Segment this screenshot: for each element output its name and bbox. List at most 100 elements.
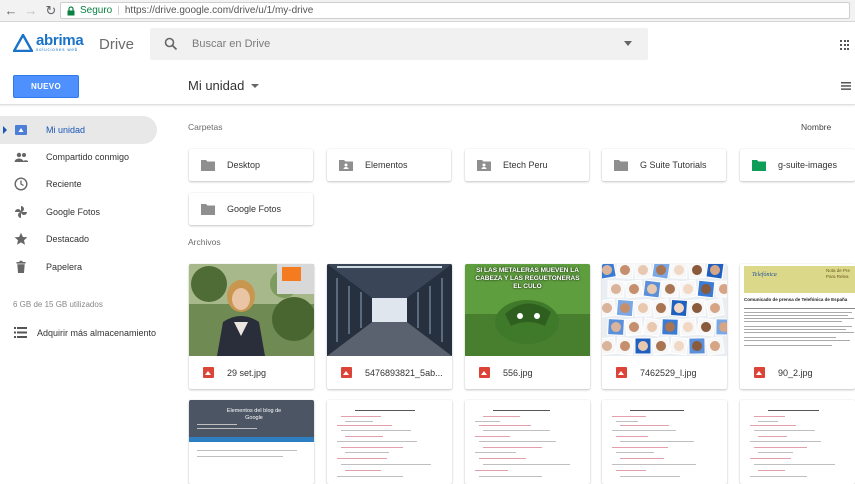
- search-options-chevron-icon[interactable]: [624, 41, 632, 46]
- folder-card[interactable]: Etech Peru: [465, 149, 589, 181]
- product-name: Drive: [99, 36, 135, 53]
- file-card[interactable]: [465, 400, 590, 484]
- file-footer: 5476893821_5ab...: [327, 356, 452, 389]
- sort-by-name[interactable]: Nombre: [801, 122, 831, 132]
- sidebar-item-label: Papelera: [46, 262, 83, 272]
- folder-name: Desktop: [227, 160, 261, 170]
- search-input[interactable]: [192, 38, 612, 50]
- folder-name: Elementos: [365, 160, 408, 170]
- folder-icon: [752, 160, 766, 171]
- url-text[interactable]: https://drive.google.com/drive/u/1/my-dr…: [125, 5, 313, 16]
- address-bar[interactable]: Seguro | https://drive.google.com/drive/…: [60, 2, 850, 19]
- file-card[interactable]: 7462529_l.jpg: [602, 264, 727, 389]
- logo[interactable]: abrima soluciones web: [13, 32, 84, 53]
- sidebar-item-trash[interactable]: Papelera: [0, 253, 157, 281]
- folders-section-label: Carpetas: [188, 122, 223, 132]
- file-name: 29 set.jpg: [227, 367, 267, 378]
- file-footer: 7462529_l.jpg: [602, 356, 727, 389]
- star-icon: [14, 232, 28, 245]
- logo-brand: abrima: [36, 32, 84, 49]
- file-thumbnail: [189, 264, 314, 356]
- file-card[interactable]: Elementos del blog de Google: [189, 400, 314, 484]
- new-button[interactable]: NUEVO: [13, 75, 79, 98]
- storage-usage: 6 GB de 15 GB utilizados: [13, 300, 103, 309]
- folder-name: Etech Peru: [503, 160, 548, 170]
- file-name: 556.jpg: [503, 367, 533, 378]
- file-name: 5476893821_5ab...: [365, 367, 443, 378]
- sidebar-item-google-photos[interactable]: Google Fotos: [0, 198, 157, 226]
- trash-icon: [16, 260, 26, 273]
- file-card[interactable]: Telefónica Nota de Pre Para Relea Comuni…: [740, 264, 855, 389]
- sidebar-item-starred[interactable]: Destacado: [0, 225, 157, 253]
- file-card[interactable]: [327, 400, 452, 484]
- sidebar-item-label: Compartido conmigo: [46, 152, 130, 162]
- forward-icon[interactable]: →: [22, 2, 40, 20]
- file-name: 90_2.jpg: [778, 367, 813, 378]
- sidebar-item-label: Mi unidad: [46, 125, 86, 135]
- sidebar-item-my-drive[interactable]: Mi unidad: [0, 116, 157, 144]
- secure-label: Seguro: [80, 5, 113, 16]
- logo-triangle-icon: [13, 33, 33, 52]
- folder-name: Google Fotos: [227, 204, 282, 214]
- file-card[interactable]: [740, 400, 855, 484]
- sidebar-item-label: Destacado: [46, 234, 90, 244]
- folder-name: g-suite-images: [778, 160, 838, 170]
- browser-toolbar: ← → ↻ Seguro | https://drive.google.com/…: [0, 0, 855, 22]
- file-footer: 90_2.jpg: [740, 356, 855, 389]
- buy-storage-label: Adquirir más almacenamiento: [37, 328, 157, 338]
- sidebar-item-label: Reciente: [46, 179, 82, 189]
- sidebar-item-shared[interactable]: Compartido conmigo: [0, 143, 157, 171]
- expand-arrow-icon[interactable]: [3, 126, 7, 134]
- buy-storage-link[interactable]: Adquirir más almacenamiento: [0, 322, 170, 344]
- file-thumbnail: SI LAS METALERAS MUEVEN LA CABEZA Y LAS …: [465, 264, 590, 356]
- shared-folder-icon: [477, 160, 491, 171]
- sidebar-item-label: Google Fotos: [46, 207, 101, 217]
- image-file-icon: [754, 367, 765, 378]
- image-file-icon: [341, 367, 352, 378]
- file-thumbnail: Telefónica Nota de Pre Para Relea Comuni…: [740, 264, 855, 356]
- file-card[interactable]: [602, 400, 727, 484]
- file-footer: 556.jpg: [465, 356, 590, 389]
- collage-image: [602, 264, 727, 356]
- sidebar-item-recent[interactable]: Reciente: [0, 170, 157, 198]
- folder-card[interactable]: Google Fotos: [189, 193, 313, 225]
- pinwheel-icon: [15, 206, 27, 218]
- search-box[interactable]: [150, 28, 648, 60]
- reload-icon[interactable]: ↻: [42, 2, 60, 20]
- folder-icon: [614, 160, 628, 171]
- search-icon[interactable]: [164, 37, 178, 51]
- doc-thumb-title: Elementos del blog de Google: [226, 408, 282, 421]
- sidebar: Mi unidad Compartido conmigo Reciente Go…: [0, 106, 170, 484]
- file-card[interactable]: 29 set.jpg: [189, 264, 314, 389]
- folder-card[interactable]: G Suite Tutorials: [602, 149, 726, 181]
- chevron-down-icon: [251, 83, 260, 88]
- drive-header: abrima soluciones web Drive: [0, 23, 855, 67]
- logo-tagline: soluciones web: [36, 47, 78, 52]
- drive-icon: [15, 125, 27, 135]
- location-title: Mi unidad: [188, 78, 245, 93]
- location-dropdown[interactable]: Mi unidad: [188, 78, 260, 93]
- folder-card[interactable]: Elementos: [327, 149, 451, 181]
- folder-icon: [201, 160, 215, 171]
- file-thumbnail: [602, 264, 727, 356]
- list-view-icon[interactable]: [841, 82, 851, 90]
- lock-icon: [67, 5, 75, 15]
- url-separator: |: [117, 5, 120, 16]
- file-card[interactable]: SI LAS METALERAS MUEVEN LA CABEZA Y LAS …: [465, 264, 590, 389]
- file-footer: 29 set.jpg: [189, 356, 314, 389]
- folder-card[interactable]: g-suite-images: [740, 149, 855, 181]
- folder-card[interactable]: Desktop: [189, 149, 313, 181]
- shared-folder-icon: [339, 160, 353, 171]
- clock-icon: [14, 177, 28, 191]
- image-file-icon: [479, 367, 490, 378]
- drive-toolbar: NUEVO Mi unidad: [0, 67, 855, 105]
- folder-icon: [201, 204, 215, 215]
- apps-grid-icon[interactable]: [840, 40, 850, 50]
- file-card[interactable]: 5476893821_5ab...: [327, 264, 452, 389]
- storage-list-icon: [14, 327, 27, 338]
- image-file-icon: [616, 367, 627, 378]
- image-file-icon: [203, 367, 214, 378]
- file-name: 7462529_l.jpg: [640, 367, 697, 378]
- back-icon[interactable]: ←: [2, 2, 20, 20]
- meme-caption: SI LAS METALERAS MUEVEN LA CABEZA Y LAS …: [475, 267, 580, 291]
